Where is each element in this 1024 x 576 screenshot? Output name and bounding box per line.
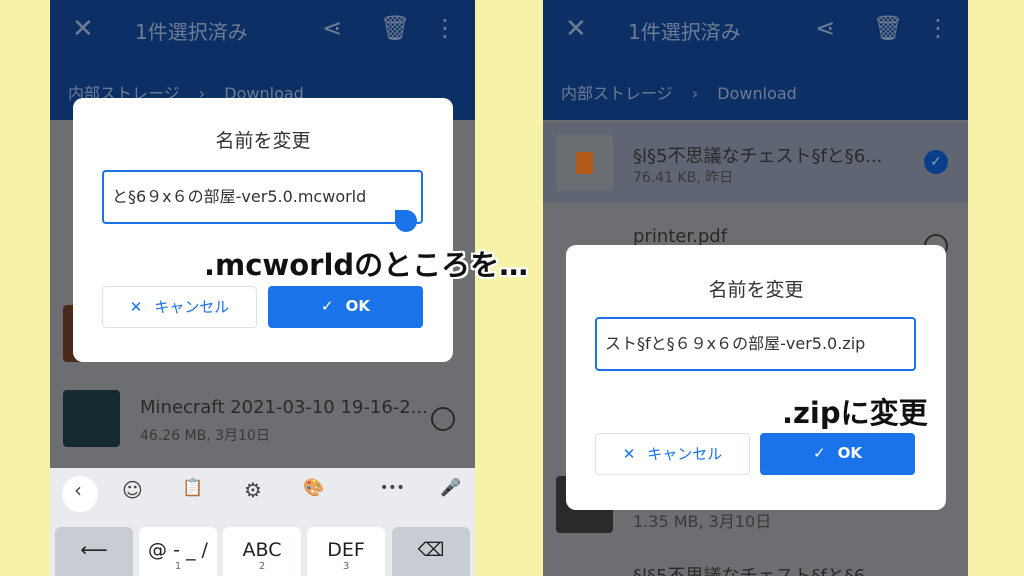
chevron-left-icon[interactable]: ‹ xyxy=(74,478,82,502)
annotation-caption-left: .mcworldのところを… xyxy=(204,248,529,282)
video-thumbnail xyxy=(63,390,120,447)
key-2[interactable]: ABC 2 xyxy=(223,527,301,576)
selection-title: 1件選択済み xyxy=(135,20,248,44)
key-1[interactable]: @ - _ /1 xyxy=(139,527,217,576)
app-bar: ✕ 1件選択済み ⋖ 🗑 ⋮ 内部ストレージ › Download xyxy=(543,0,968,120)
share-icon[interactable]: ⋖ xyxy=(322,14,342,42)
breadcrumb-root[interactable]: 内部ストレージ xyxy=(561,84,673,103)
close-icon: ✕ xyxy=(622,445,636,463)
sticker-icon[interactable]: ☺ xyxy=(122,478,143,502)
breadcrumb-current[interactable]: Download xyxy=(717,84,797,103)
rename-dialog: 名前を変更 と§6９x６の部屋-ver5.0.mcworld ✕ キャンセル ✓ O… xyxy=(73,98,453,362)
check-icon: ✓ xyxy=(321,297,334,315)
more-icon[interactable]: ••• xyxy=(380,480,405,496)
select-radio[interactable] xyxy=(431,407,455,431)
close-icon[interactable]: ✕ xyxy=(72,14,94,44)
dialog-title: 名前を変更 xyxy=(215,130,311,152)
key-left-arrow[interactable]: ⟵ xyxy=(55,527,133,576)
file-row[interactable]: Minecraft 2021-03-10 19-16-2... 46.26 MB… xyxy=(50,375,475,455)
key-3[interactable]: DEF 3 xyxy=(307,527,385,576)
gear-icon[interactable]: ⚙ xyxy=(244,478,262,502)
breadcrumb: 内部ストレージ › Download xyxy=(561,84,797,103)
trash-icon[interactable]: 🗑 xyxy=(873,14,903,42)
zip-icon xyxy=(556,134,613,191)
annotation-caption-right: .zipに変更 xyxy=(782,396,928,430)
more-vert-icon[interactable]: ⋮ xyxy=(433,14,457,42)
phone-left: ✕ 1件選択済み ⋖ 🗑 ⋮ 内部ストレージ › Download Minecr… xyxy=(50,0,475,576)
cancel-button[interactable]: ✕ キャンセル xyxy=(595,433,750,475)
close-icon[interactable]: ✕ xyxy=(565,14,587,44)
cancel-button[interactable]: ✕ キャンセル xyxy=(102,286,257,328)
clipboard-icon[interactable]: 📋 xyxy=(182,478,203,498)
share-icon[interactable]: ⋖ xyxy=(815,14,835,42)
phone-right: ✕ 1件選択済み ⋖ 🗑 ⋮ 内部ストレージ › Download §l§5不思… xyxy=(543,0,968,576)
dialog-title: 名前を変更 xyxy=(708,279,804,301)
check-icon: ✓ xyxy=(813,444,826,462)
trash-icon[interactable]: 🗑 xyxy=(380,14,410,42)
palette-icon[interactable]: 🎨 xyxy=(303,478,324,498)
rename-dialog: 名前を変更 スト§fと§６９x６の部屋-ver5.0.zip ✕ キャンセル ✓ O… xyxy=(566,245,946,510)
keyboard: ‹ ☺ 📋 ⚙ 🎨 ••• 🎤 ⟵ @ - _ /1 ABC 2 DEF 3 ⌫ xyxy=(50,468,475,576)
more-vert-icon[interactable]: ⋮ xyxy=(926,14,950,42)
ok-button[interactable]: ✓ OK xyxy=(268,286,423,328)
selection-title: 1件選択済み xyxy=(628,20,741,44)
file-row-selected[interactable]: §l§5不思議なチェスト§fと§6... 76.41 KB, 昨日 ✓ xyxy=(543,122,968,202)
key-backspace[interactable]: ⌫ xyxy=(392,527,470,576)
close-icon: ✕ xyxy=(129,298,143,316)
ok-button[interactable]: ✓ OK xyxy=(760,433,915,475)
check-icon[interactable]: ✓ xyxy=(924,150,948,174)
filename-input[interactable]: と§6９x６の部屋-ver5.0.mcworld xyxy=(102,170,423,224)
filename-input[interactable]: スト§fと§６９x６の部屋-ver5.0.zip xyxy=(595,317,916,371)
mic-icon[interactable]: 🎤 xyxy=(440,478,461,498)
text-cursor-handle[interactable] xyxy=(395,210,417,232)
